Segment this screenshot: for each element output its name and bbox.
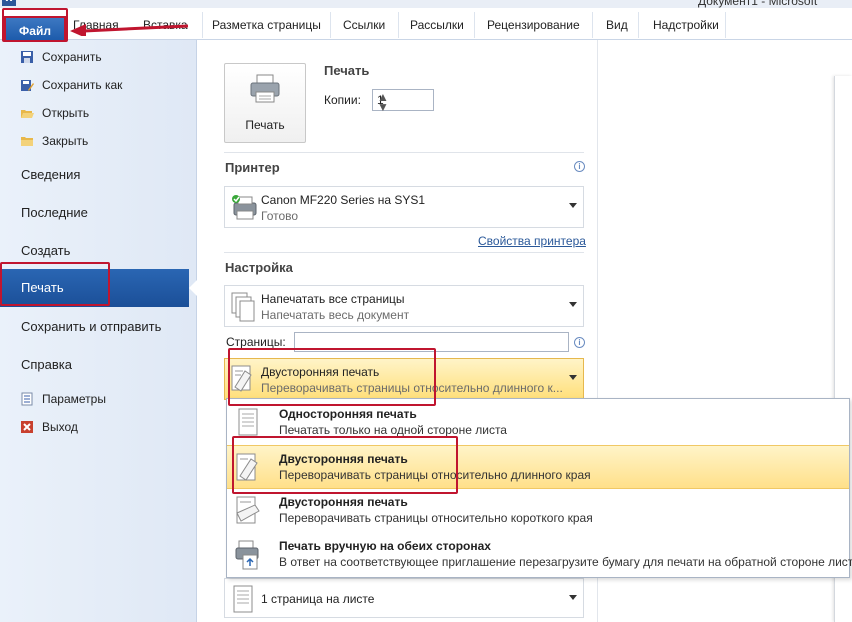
tab-review[interactable]: Рецензирование (487, 18, 580, 32)
tab-page-layout[interactable]: Разметка страницы (212, 18, 321, 32)
chevron-down-icon (569, 595, 577, 600)
chevron-down-icon (569, 203, 577, 208)
settings-heading: Настройка (225, 260, 293, 275)
printer-heading: Принтер (225, 160, 280, 175)
save-as-icon (20, 78, 34, 92)
menu-item-subtitle: Печатать только на одной стороне листа (279, 423, 507, 437)
save-as-command[interactable]: Сохранить как (20, 75, 122, 95)
copies-stepper[interactable]: 1 ▲ ▼ (372, 89, 434, 114)
print-heading: Печать (324, 63, 370, 78)
tab-references[interactable]: Ссылки (343, 18, 385, 32)
menu-item-duplex-short-edge[interactable]: Двусторонняя печать Переворачивать стран… (227, 489, 849, 533)
tab-addins[interactable]: Надстройки (653, 18, 719, 32)
divider (224, 252, 584, 253)
print-range-select[interactable]: Напечатать все страницы Напечатать весь … (224, 285, 584, 327)
annotation-box-file (2, 8, 68, 42)
chevron-down-icon (569, 302, 577, 307)
tab-separator (474, 12, 475, 38)
options-icon (20, 392, 34, 406)
pages-per-sheet-select[interactable]: 1 страница на листе (224, 578, 584, 618)
options-command[interactable]: Параметры (20, 389, 106, 409)
close-command[interactable]: Закрыть (20, 131, 88, 151)
divider (224, 152, 584, 153)
open-folder-icon (20, 106, 34, 120)
tab-separator (330, 12, 331, 38)
annotation-box-duplex-option (232, 436, 458, 494)
close-folder-icon (20, 134, 34, 148)
exit-icon (20, 420, 34, 434)
backstage-sidebar: Сохранить Сохранить как Открыть Закрыть … (0, 40, 197, 622)
options-label: Параметры (42, 392, 106, 406)
chevron-down-icon (569, 375, 577, 380)
printer-properties-link[interactable]: Свойства принтера (478, 234, 586, 248)
info-icon[interactable]: i (574, 337, 585, 348)
print-button-label: Печать (245, 118, 285, 132)
menu-item-subtitle: Переворачивать страницы относительно кор… (279, 511, 593, 525)
printer-name: Canon MF220 Series на SYS1 (261, 193, 426, 207)
word-app-icon: W (2, 0, 16, 6)
stepper-down-icon[interactable]: ▼ (377, 100, 431, 114)
single-sided-icon (235, 407, 261, 439)
save-label: Сохранить (42, 50, 102, 64)
duplex-short-edge-icon (235, 495, 261, 527)
menu-item-manual-duplex[interactable]: Печать вручную на обеих сторонах В ответ… (227, 533, 852, 577)
open-command[interactable]: Открыть (20, 103, 89, 123)
floppy-disk-icon (20, 50, 34, 64)
menu-item-title: Печать вручную на обеих сторонах (279, 539, 491, 553)
pages-label: Страницы: (226, 335, 286, 349)
manual-duplex-icon (235, 539, 261, 571)
print-button[interactable]: Печать (224, 63, 306, 143)
exit-command[interactable]: Выход (20, 417, 78, 437)
sidebar-item-new[interactable]: Создать (21, 243, 70, 258)
menu-item-subtitle: В ответ на соответствующее приглашение п… (279, 555, 852, 569)
print-range-subtitle: Напечатать весь документ (261, 308, 410, 322)
save-command[interactable]: Сохранить (20, 47, 102, 67)
sidebar-item-help[interactable]: Справка (21, 357, 72, 372)
printer-ready-icon (231, 193, 257, 223)
info-icon[interactable]: i (574, 161, 585, 172)
close-label: Закрыть (42, 134, 89, 148)
tab-separator (638, 12, 639, 38)
menu-item-title: Двусторонняя печать (279, 495, 408, 509)
menu-item-title: Односторонняя печать (279, 407, 417, 421)
sidebar-item-info[interactable]: Сведения (21, 167, 80, 182)
annotation-box-duplex (228, 348, 436, 406)
tab-separator (592, 12, 593, 38)
window-title: Документ1 - Microsoft (698, 0, 818, 8)
tab-separator (725, 12, 726, 38)
annotation-arrow (70, 24, 189, 36)
save-as-label: Сохранить как (42, 78, 123, 92)
sidebar-item-recent[interactable]: Последние (21, 205, 88, 220)
pages-per-sheet-title: 1 страница на листе (261, 592, 375, 606)
tab-view[interactable]: Вид (606, 18, 628, 32)
pages-stack-icon (231, 292, 255, 322)
open-label: Открыть (42, 106, 90, 120)
tab-separator (202, 12, 203, 38)
print-range-title: Напечатать все страницы (261, 292, 405, 306)
printer-status: Готово (261, 209, 299, 223)
printer-icon (249, 74, 281, 104)
annotation-box-print (0, 262, 110, 306)
exit-label: Выход (42, 420, 78, 434)
single-page-icon (231, 585, 255, 615)
printer-select[interactable]: Canon MF220 Series на SYS1 Готово (224, 186, 584, 228)
copies-label: Копии: (324, 93, 361, 107)
tab-separator (398, 12, 399, 38)
sidebar-item-save-send[interactable]: Сохранить и отправить (21, 319, 161, 334)
title-bar: W Документ1 - Microsoft (0, 0, 852, 8)
tab-mailings[interactable]: Рассылки (410, 18, 464, 32)
